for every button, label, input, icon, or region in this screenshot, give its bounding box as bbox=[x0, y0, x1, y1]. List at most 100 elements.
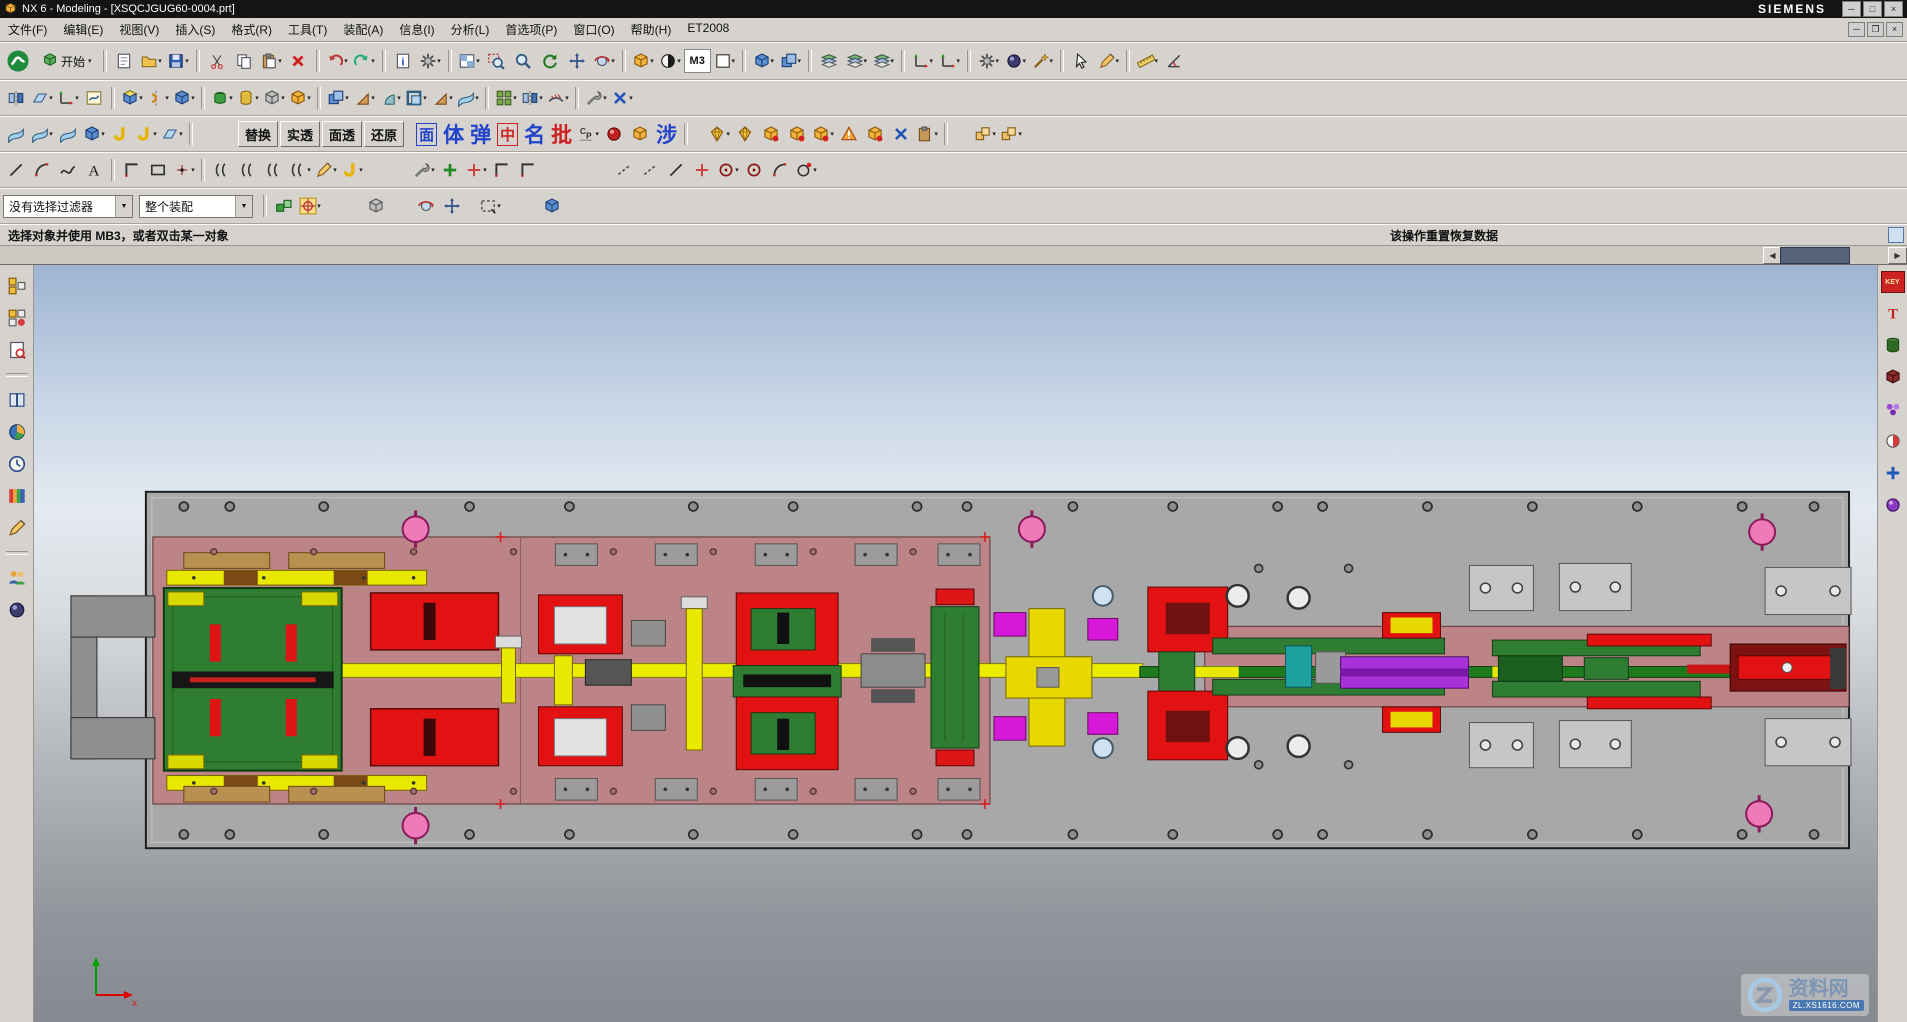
wcs-orient-icon[interactable]: ▾ bbox=[936, 47, 963, 75]
btn-center[interactable]: 中 bbox=[497, 123, 518, 146]
shaded-cube-icon[interactable] bbox=[539, 194, 565, 219]
toggle-restore[interactable]: 还原 bbox=[364, 121, 404, 147]
line-icon[interactable] bbox=[3, 158, 29, 183]
clearance-check-icon[interactable] bbox=[836, 122, 862, 147]
reuse-library-icon[interactable] bbox=[3, 387, 31, 413]
dashed-line-icon[interactable] bbox=[611, 158, 637, 183]
menu-item-information[interactable]: 信息(I) bbox=[391, 18, 442, 41]
draft-check-icon[interactable] bbox=[107, 122, 133, 147]
copy-icon[interactable] bbox=[231, 47, 258, 75]
trim-body-icon[interactable]: ▾ bbox=[429, 86, 455, 111]
layer-settings-icon[interactable] bbox=[816, 47, 843, 75]
preferences-icon[interactable]: ▾ bbox=[975, 47, 1002, 75]
snap-point-icon[interactable] bbox=[271, 194, 297, 219]
face-curves-icon[interactable]: ▾ bbox=[133, 122, 159, 147]
open-file-icon[interactable]: ▾ bbox=[138, 47, 165, 75]
datum-csys-icon[interactable]: ▾ bbox=[55, 86, 81, 111]
text-icon[interactable]: A bbox=[81, 158, 107, 183]
visual-reports-icon[interactable] bbox=[3, 515, 31, 541]
lasso-select-icon[interactable]: ▾ bbox=[1095, 47, 1122, 75]
save-icon[interactable]: ▾ bbox=[165, 47, 192, 75]
bridge-curve-icon[interactable] bbox=[235, 158, 261, 183]
part-navigator-icon[interactable] bbox=[3, 337, 31, 363]
corner-icon[interactable] bbox=[515, 158, 541, 183]
menu-item-window[interactable]: 窗口(O) bbox=[565, 18, 622, 41]
measure-angle-icon[interactable] bbox=[1161, 47, 1188, 75]
edge-blend-icon[interactable]: ▾ bbox=[377, 86, 403, 111]
system-scene-icon[interactable] bbox=[3, 597, 31, 623]
arc2-icon[interactable] bbox=[767, 158, 793, 183]
transform-object-icon[interactable]: ▾ bbox=[777, 47, 804, 75]
more-curve-icon[interactable]: ▾ bbox=[339, 158, 365, 183]
render-style-icon[interactable]: ▾ bbox=[657, 47, 684, 75]
section-tool-icon[interactable] bbox=[1881, 429, 1905, 453]
rotate-tool-icon[interactable] bbox=[413, 194, 439, 219]
spline-icon[interactable] bbox=[55, 158, 81, 183]
fillet-corner-icon[interactable] bbox=[489, 158, 515, 183]
selection-scope-icon[interactable]: ▾ bbox=[297, 194, 323, 219]
display-spheres-icon[interactable]: ▾ bbox=[1002, 47, 1029, 75]
status-grid-icon[interactable] bbox=[1888, 227, 1904, 243]
constraint-navigator-icon[interactable] bbox=[3, 305, 31, 331]
btn-spring[interactable]: 弹 bbox=[470, 119, 491, 149]
circle-icon[interactable]: ▾ bbox=[715, 158, 741, 183]
rectangle-icon[interactable] bbox=[145, 158, 171, 183]
zoom-window-icon[interactable] bbox=[483, 47, 510, 75]
refresh-view-icon[interactable] bbox=[537, 47, 564, 75]
menu-item-assemblies[interactable]: 装配(A) bbox=[335, 18, 391, 41]
zoom-icon[interactable] bbox=[510, 47, 537, 75]
graphics-hscrollbar[interactable]: ◀ ▶ bbox=[0, 245, 1907, 265]
edit-curve-icon[interactable]: ▾ bbox=[313, 158, 339, 183]
scroll-right-icon[interactable]: ▶ bbox=[1888, 247, 1907, 264]
menu-item-analysis[interactable]: 分析(L) bbox=[443, 18, 498, 41]
mdi-minimize-button[interactable]: ─ bbox=[1848, 22, 1865, 37]
component-group-icon[interactable]: ▾ bbox=[972, 122, 998, 147]
quick-trim-icon[interactable]: ▾ bbox=[411, 158, 437, 183]
display-mode-icon[interactable] bbox=[3, 86, 29, 111]
component-cube-icon[interactable] bbox=[862, 122, 888, 147]
circle2-icon[interactable] bbox=[741, 158, 767, 183]
axis-tool-icon[interactable] bbox=[1881, 461, 1905, 485]
pan-tool-icon[interactable] bbox=[439, 194, 465, 219]
select-cursor-icon[interactable] bbox=[1068, 47, 1095, 75]
surface-check-icon[interactable]: ▾ bbox=[159, 122, 185, 147]
btn-face[interactable]: 面 bbox=[416, 123, 437, 146]
shaded-style-icon[interactable]: ▾ bbox=[630, 47, 657, 75]
cut-icon[interactable] bbox=[204, 47, 231, 75]
pocket-icon[interactable]: ▾ bbox=[261, 86, 287, 111]
diagonal-line-icon[interactable] bbox=[663, 158, 689, 183]
pattern-component-icon[interactable] bbox=[784, 122, 810, 147]
menu-item-edit[interactable]: 编辑(E) bbox=[55, 18, 111, 41]
offset-surface-icon[interactable]: ▾ bbox=[455, 86, 481, 111]
menu-item-et2008[interactable]: ET2008 bbox=[679, 18, 737, 41]
suppress-component-icon[interactable]: ▾ bbox=[810, 122, 836, 147]
point-circle-icon[interactable]: ▾ bbox=[793, 158, 819, 183]
btn-name[interactable]: 名 bbox=[524, 119, 545, 149]
layer-category-icon[interactable]: ▾ bbox=[870, 47, 897, 75]
highlight-icon[interactable]: ▾ bbox=[1029, 47, 1056, 75]
replace-component-icon[interactable] bbox=[758, 122, 784, 147]
fit-view-icon[interactable]: ▾ bbox=[456, 47, 483, 75]
assembly-navigator-icon[interactable] bbox=[3, 273, 31, 299]
command-finder-icon[interactable]: ▾ bbox=[417, 47, 444, 75]
delete-icon[interactable] bbox=[285, 47, 312, 75]
arrangements-icon[interactable]: ▾ bbox=[998, 122, 1024, 147]
menu-item-preferences[interactable]: 首选项(P) bbox=[497, 18, 565, 41]
maximize-button[interactable]: □ bbox=[1863, 1, 1882, 17]
revolve-icon[interactable]: ▾ bbox=[145, 86, 171, 111]
toggle-solid-translucent[interactable]: 实透 bbox=[280, 121, 320, 147]
edit-feature-icon[interactable]: ▾ bbox=[583, 86, 609, 111]
menu-item-insert[interactable]: 插入(S) bbox=[167, 18, 223, 41]
cylinder-tool-icon[interactable] bbox=[1881, 333, 1905, 357]
sew-icon[interactable]: ▾ bbox=[545, 86, 571, 111]
pad-icon[interactable]: ▾ bbox=[287, 86, 313, 111]
extrude-icon[interactable]: ▾ bbox=[119, 86, 145, 111]
curvature-analysis-icon[interactable]: ▾ bbox=[29, 122, 55, 147]
layer-visible-icon[interactable]: ▾ bbox=[843, 47, 870, 75]
red-ball-icon[interactable] bbox=[601, 122, 627, 147]
chevron-down-icon[interactable]: ▼ bbox=[235, 196, 252, 217]
shell-icon[interactable]: ▾ bbox=[403, 86, 429, 111]
point-icon[interactable]: ▾ bbox=[171, 158, 197, 183]
paste-icon[interactable]: ▾ bbox=[258, 47, 285, 75]
delete-constraint-icon[interactable] bbox=[888, 122, 914, 147]
